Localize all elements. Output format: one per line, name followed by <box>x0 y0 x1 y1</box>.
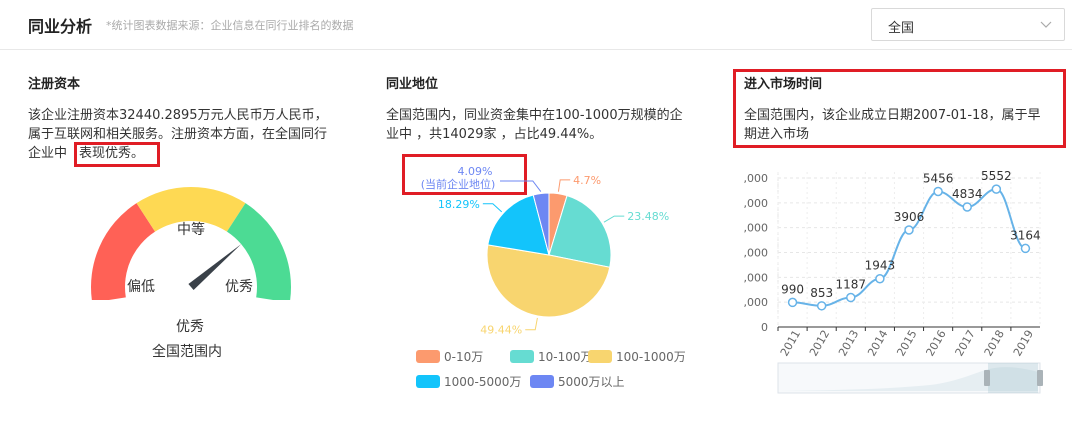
pie-leader-2 <box>525 317 538 331</box>
legend-label: 10-100万 <box>538 350 593 364</box>
ip-line-1: 全国范围内，同业资金集中在100-1000万规模的企 <box>386 108 683 123</box>
rc-line-3-prefix: 企业中 <box>28 146 68 161</box>
line-data-label: 1187 <box>836 278 867 292</box>
line-data-label: 853 <box>810 286 833 300</box>
x-tick-label: 2014 <box>865 328 890 359</box>
y-tick-label: ,000 <box>744 296 769 309</box>
industry-pie-chart: 4.7% 23.48% 49.44% 18.29% 4.09% (当前企业地位) <box>421 165 670 337</box>
y-tick-label: ,000 <box>744 247 769 260</box>
line-data-label: 990 <box>781 282 804 296</box>
line-point[interactable] <box>904 225 914 235</box>
x-tick-label: 2016 <box>923 328 948 359</box>
line-point[interactable] <box>962 202 972 212</box>
legend-swatch <box>416 350 440 363</box>
pie-leader-3 <box>482 203 503 213</box>
x-tick-label: 2015 <box>894 328 919 359</box>
line-data-label: 3164 <box>1010 228 1041 242</box>
line-data-label: 4834 <box>952 187 983 201</box>
region-select[interactable]: 全国 <box>871 8 1065 41</box>
y-tick-label: ,000 <box>744 271 769 284</box>
pie-leader-1 <box>603 215 625 223</box>
line-data-label: 3906 <box>894 210 925 224</box>
legend-label: 1000-5000万 <box>444 375 522 389</box>
registered-capital-title: 注册资本 <box>28 77 81 92</box>
data-zoom-slider[interactable] <box>777 362 1043 394</box>
gauge-result: 优秀 <box>176 319 204 335</box>
legend-item-0[interactable]: 0-10万 <box>416 348 483 365</box>
pie-leader-4 <box>500 180 542 192</box>
gauge-scope: 全国范围内 <box>152 344 222 360</box>
me-line-2: 期进入市场 <box>744 127 810 142</box>
market-entry-line-chart: ,000,000,000,000,000,0000 2011 2012 2013 20… <box>744 169 1043 394</box>
legend-item-2[interactable]: 100-1000万 <box>588 348 686 365</box>
pie-legend: 0-10万 10-100万 100-1000万 1000-5000万 5000万以上 <box>416 348 716 390</box>
section-title: 同业分析 <box>28 17 93 36</box>
legend-item-3[interactable]: 1000-5000万 <box>416 373 521 390</box>
legend-swatch <box>530 375 554 388</box>
y-tick-label: ,000 <box>744 172 769 185</box>
line-point[interactable] <box>933 186 943 197</box>
chevron-down-icon <box>1040 21 1052 28</box>
line-point[interactable] <box>816 301 827 311</box>
legend-swatch <box>416 375 440 388</box>
gauge-label-high: 优秀 <box>225 279 253 295</box>
market-entry-text: 全国范围内，该企业成立日期2007-01-18，属于早 期进入市场 <box>744 106 1064 144</box>
x-tick-label: 2017 <box>953 328 978 359</box>
current-position-label: (当前企业地位) <box>421 177 496 191</box>
industry-position-text: 全国范围内，同业资金集中在100-1000万规模的企 业中 ，共14029家 ，… <box>386 106 716 144</box>
industry-position-title: 同业地位 <box>386 77 439 92</box>
rc-line-1: 该企业注册资本32440.2895万元人民币万人民币， <box>28 108 328 123</box>
highlight-box-rating <box>74 142 160 167</box>
line-data-label: 1943 <box>865 259 896 273</box>
zoom-handle-right[interactable] <box>1037 370 1043 386</box>
legend-label: 100-1000万 <box>616 350 686 364</box>
data-source-note: *统计图表数据来源：企业信息在同行业排名的数据 <box>106 19 354 32</box>
pie-label-2: 49.44% <box>480 324 522 337</box>
x-tick-label: 2011 <box>778 328 803 359</box>
region-select-value: 全国 <box>888 21 915 36</box>
current-position-value: 4.09% <box>458 165 493 178</box>
capital-gauge <box>91 187 291 300</box>
x-tick-label: 2012 <box>807 328 832 359</box>
line-point[interactable] <box>991 184 1002 194</box>
x-tick-label: 2013 <box>836 328 861 359</box>
line-point[interactable] <box>846 292 856 303</box>
line-point[interactable] <box>875 273 885 284</box>
y-tick-label: 0 <box>761 321 768 334</box>
section-header: 同业分析 *统计图表数据来源：企业信息在同行业排名的数据 全国 <box>0 0 1072 50</box>
line-data-label: 5456 <box>923 172 954 186</box>
pie-leader-0 <box>557 179 571 192</box>
legend-item-1[interactable]: 10-100万 <box>510 348 593 365</box>
market-entry-title: 进入市场时间 <box>744 77 823 92</box>
line-point[interactable] <box>1020 243 1031 254</box>
line-data-label: 5552 <box>981 169 1012 183</box>
pie-label-3: 18.29% <box>438 198 480 211</box>
legend-swatch <box>510 350 534 363</box>
x-tick-label: 2019 <box>1011 328 1036 359</box>
x-tick-label: 2018 <box>982 328 1007 359</box>
ip-line-2: 业中 ，共14029家 ，占比49.44%。 <box>386 127 603 142</box>
gauge-label-low: 偏低 <box>127 279 155 295</box>
y-tick-label: ,000 <box>744 197 769 210</box>
pie-label-0: 4.7% <box>573 174 601 187</box>
gauge-label-mid: 中等 <box>177 222 205 238</box>
y-tick-label: ,000 <box>744 222 769 235</box>
me-line-1: 全国范围内，该企业成立日期2007-01-18，属于早 <box>744 108 1041 123</box>
legend-label: 0-10万 <box>444 350 484 364</box>
legend-item-4[interactable]: 5000万以上 <box>530 373 625 390</box>
line-point[interactable] <box>787 297 798 308</box>
legend-swatch <box>588 350 612 363</box>
legend-label: 5000万以上 <box>558 375 625 389</box>
pie-label-1: 23.48% <box>627 210 669 223</box>
zoom-handle-left[interactable] <box>984 370 990 386</box>
